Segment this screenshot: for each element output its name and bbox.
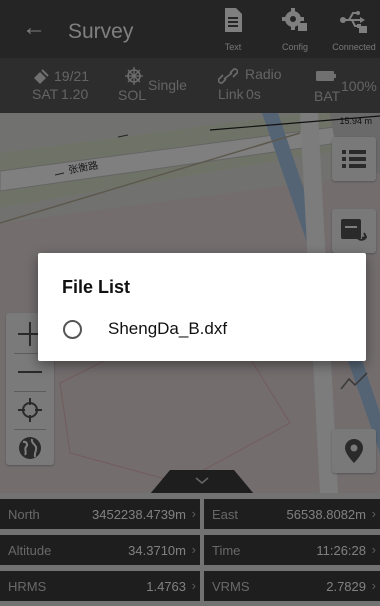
file-name: ShengDa_B.dxf [108,319,228,338]
file-list-item[interactable]: ShengDa_B.dxf [60,317,350,343]
file-list-dialog: File List ShengDa_B.dxf [38,253,366,361]
radio-button[interactable] [63,320,82,339]
dialog-title: File List [62,277,131,297]
